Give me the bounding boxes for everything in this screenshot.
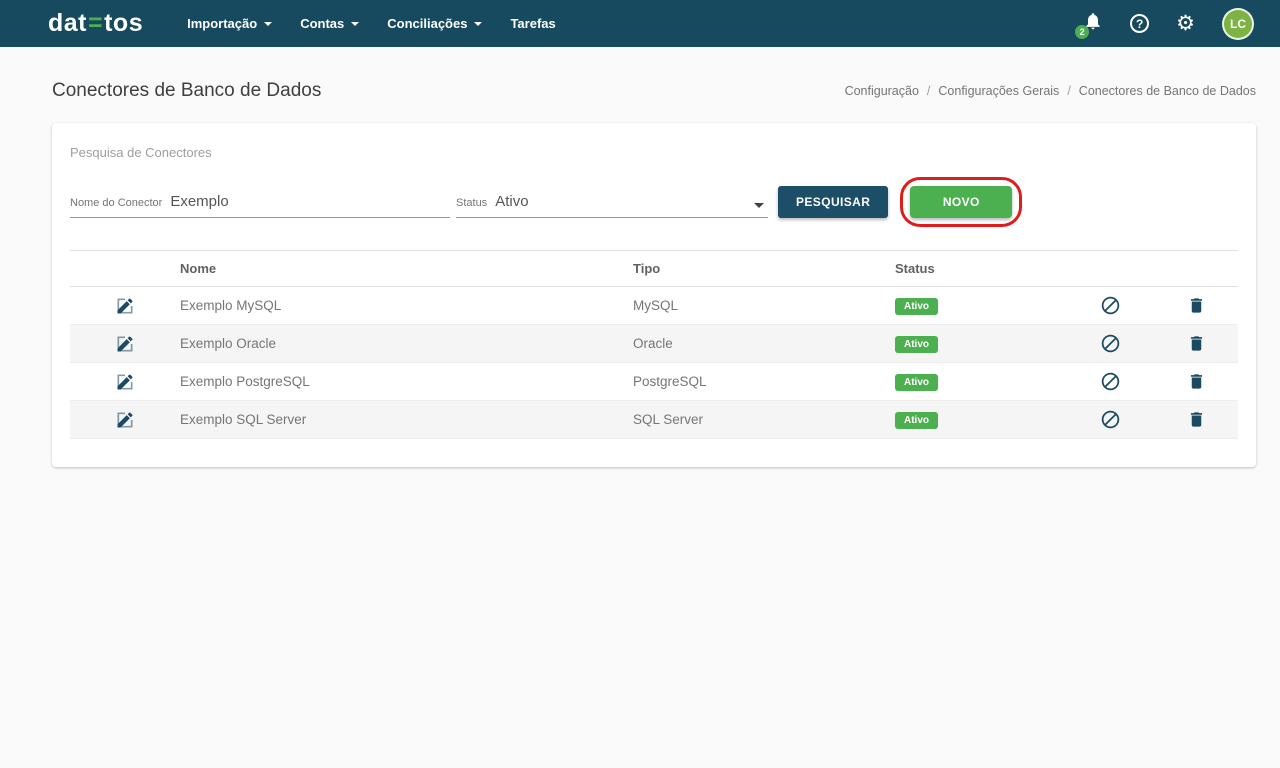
app-logo[interactable]: dat=tos <box>48 9 143 38</box>
nav-item-label: Tarefas <box>510 16 555 31</box>
nav-item-tarefas[interactable]: Tarefas <box>496 7 569 40</box>
connectors-card: Pesquisa de Conectores Nome do Conector … <box>52 123 1256 467</box>
navbar-actions: 2 ? ⚙ LC <box>1083 8 1254 40</box>
trash-icon[interactable] <box>1187 372 1206 391</box>
top-navbar: dat=tos Importação Contas Conciliações T… <box>0 0 1280 47</box>
block-icon[interactable] <box>1100 295 1121 316</box>
status-label: Status <box>456 197 487 209</box>
breadcrumb-separator: / <box>1067 84 1070 98</box>
block-icon[interactable] <box>1100 371 1121 392</box>
block-icon[interactable] <box>1100 333 1121 354</box>
help-icon: ? <box>1130 14 1149 33</box>
chevron-down-icon <box>474 22 482 26</box>
search-panel-title: Pesquisa de Conectores <box>70 145 1238 160</box>
status-badge: Ativo <box>895 374 938 391</box>
cell-type: Oracle <box>633 336 895 351</box>
header-name: Nome <box>180 261 633 276</box>
nav-item-label: Contas <box>300 16 344 31</box>
edit-icon[interactable] <box>115 296 135 316</box>
nav-item-importacao[interactable]: Importação <box>173 7 286 40</box>
header-type: Tipo <box>633 261 895 276</box>
table-row: Exemplo MySQL MySQL Ativo <box>70 287 1238 325</box>
breadcrumb-separator: / <box>927 84 930 98</box>
edit-icon[interactable] <box>115 372 135 392</box>
search-form: Nome do Conector Exemplo Status Ativo PE… <box>70 186 1238 218</box>
nav-item-conciliacoes[interactable]: Conciliações <box>373 7 496 40</box>
table-row: Exemplo Oracle Oracle Ativo <box>70 325 1238 363</box>
logo-text-1: dat <box>48 9 87 38</box>
status-select[interactable]: Status Ativo <box>456 193 768 218</box>
nav-item-label: Conciliações <box>387 16 467 31</box>
connectors-table: Nome Tipo Status Exemplo MySQL MySQL Ati… <box>70 250 1238 439</box>
trash-icon[interactable] <box>1187 296 1206 315</box>
breadcrumb-item-configuracao[interactable]: Configuração <box>845 84 919 98</box>
connector-name-label: Nome do Conector <box>70 197 162 209</box>
cell-name: Exemplo SQL Server <box>180 412 633 427</box>
nav-item-contas[interactable]: Contas <box>286 7 373 40</box>
table-row: Exemplo PostgreSQL PostgreSQL Ativo <box>70 363 1238 401</box>
header-status: Status <box>895 261 1065 276</box>
page-header: Conectores de Banco de Dados Configuraçã… <box>0 47 1280 102</box>
cell-name: Exemplo MySQL <box>180 298 633 313</box>
status-selected-value: Ativo <box>495 193 528 210</box>
cell-type: PostgreSQL <box>633 374 895 389</box>
logo-accent: = <box>88 9 103 38</box>
status-badge: Ativo <box>895 298 938 315</box>
settings-button[interactable]: ⚙ <box>1176 13 1195 34</box>
search-button[interactable]: PESQUISAR <box>778 186 888 218</box>
connector-name-field[interactable]: Nome do Conector Exemplo <box>70 193 450 218</box>
edit-icon[interactable] <box>115 334 135 354</box>
user-avatar[interactable]: LC <box>1222 8 1254 40</box>
main-nav: Importação Contas Conciliações Tarefas <box>173 7 570 40</box>
trash-icon[interactable] <box>1187 410 1206 429</box>
chevron-down-icon <box>754 203 764 208</box>
status-badge: Ativo <box>895 336 938 353</box>
cell-type: SQL Server <box>633 412 895 427</box>
notifications-button[interactable]: 2 <box>1083 11 1103 36</box>
table-header-row: Nome Tipo Status <box>70 250 1238 287</box>
new-button[interactable]: NOVO <box>910 186 1012 218</box>
gear-icon: ⚙ <box>1176 13 1195 34</box>
nav-item-label: Importação <box>187 16 257 31</box>
chevron-down-icon <box>264 22 272 26</box>
table-row: Exemplo SQL Server SQL Server Ativo <box>70 401 1238 439</box>
trash-icon[interactable] <box>1187 334 1206 353</box>
new-button-wrapper: NOVO <box>910 186 1012 218</box>
cell-name: Exemplo Oracle <box>180 336 633 351</box>
edit-icon[interactable] <box>115 410 135 430</box>
help-button[interactable]: ? <box>1130 14 1149 33</box>
notification-badge: 2 <box>1075 25 1089 39</box>
cell-name: Exemplo PostgreSQL <box>180 374 633 389</box>
page-title: Conectores de Banco de Dados <box>52 80 321 102</box>
chevron-down-icon <box>351 22 359 26</box>
block-icon[interactable] <box>1100 409 1121 430</box>
status-badge: Ativo <box>895 412 938 429</box>
breadcrumb: Configuração / Configurações Gerais / Co… <box>845 84 1256 98</box>
cell-type: MySQL <box>633 298 895 313</box>
logo-text-2: tos <box>104 9 143 38</box>
breadcrumb-item-configuracoes-gerais[interactable]: Configurações Gerais <box>938 84 1059 98</box>
breadcrumb-item-current: Conectores de Banco de Dados <box>1079 84 1256 98</box>
connector-name-value[interactable]: Exemplo <box>170 193 228 210</box>
